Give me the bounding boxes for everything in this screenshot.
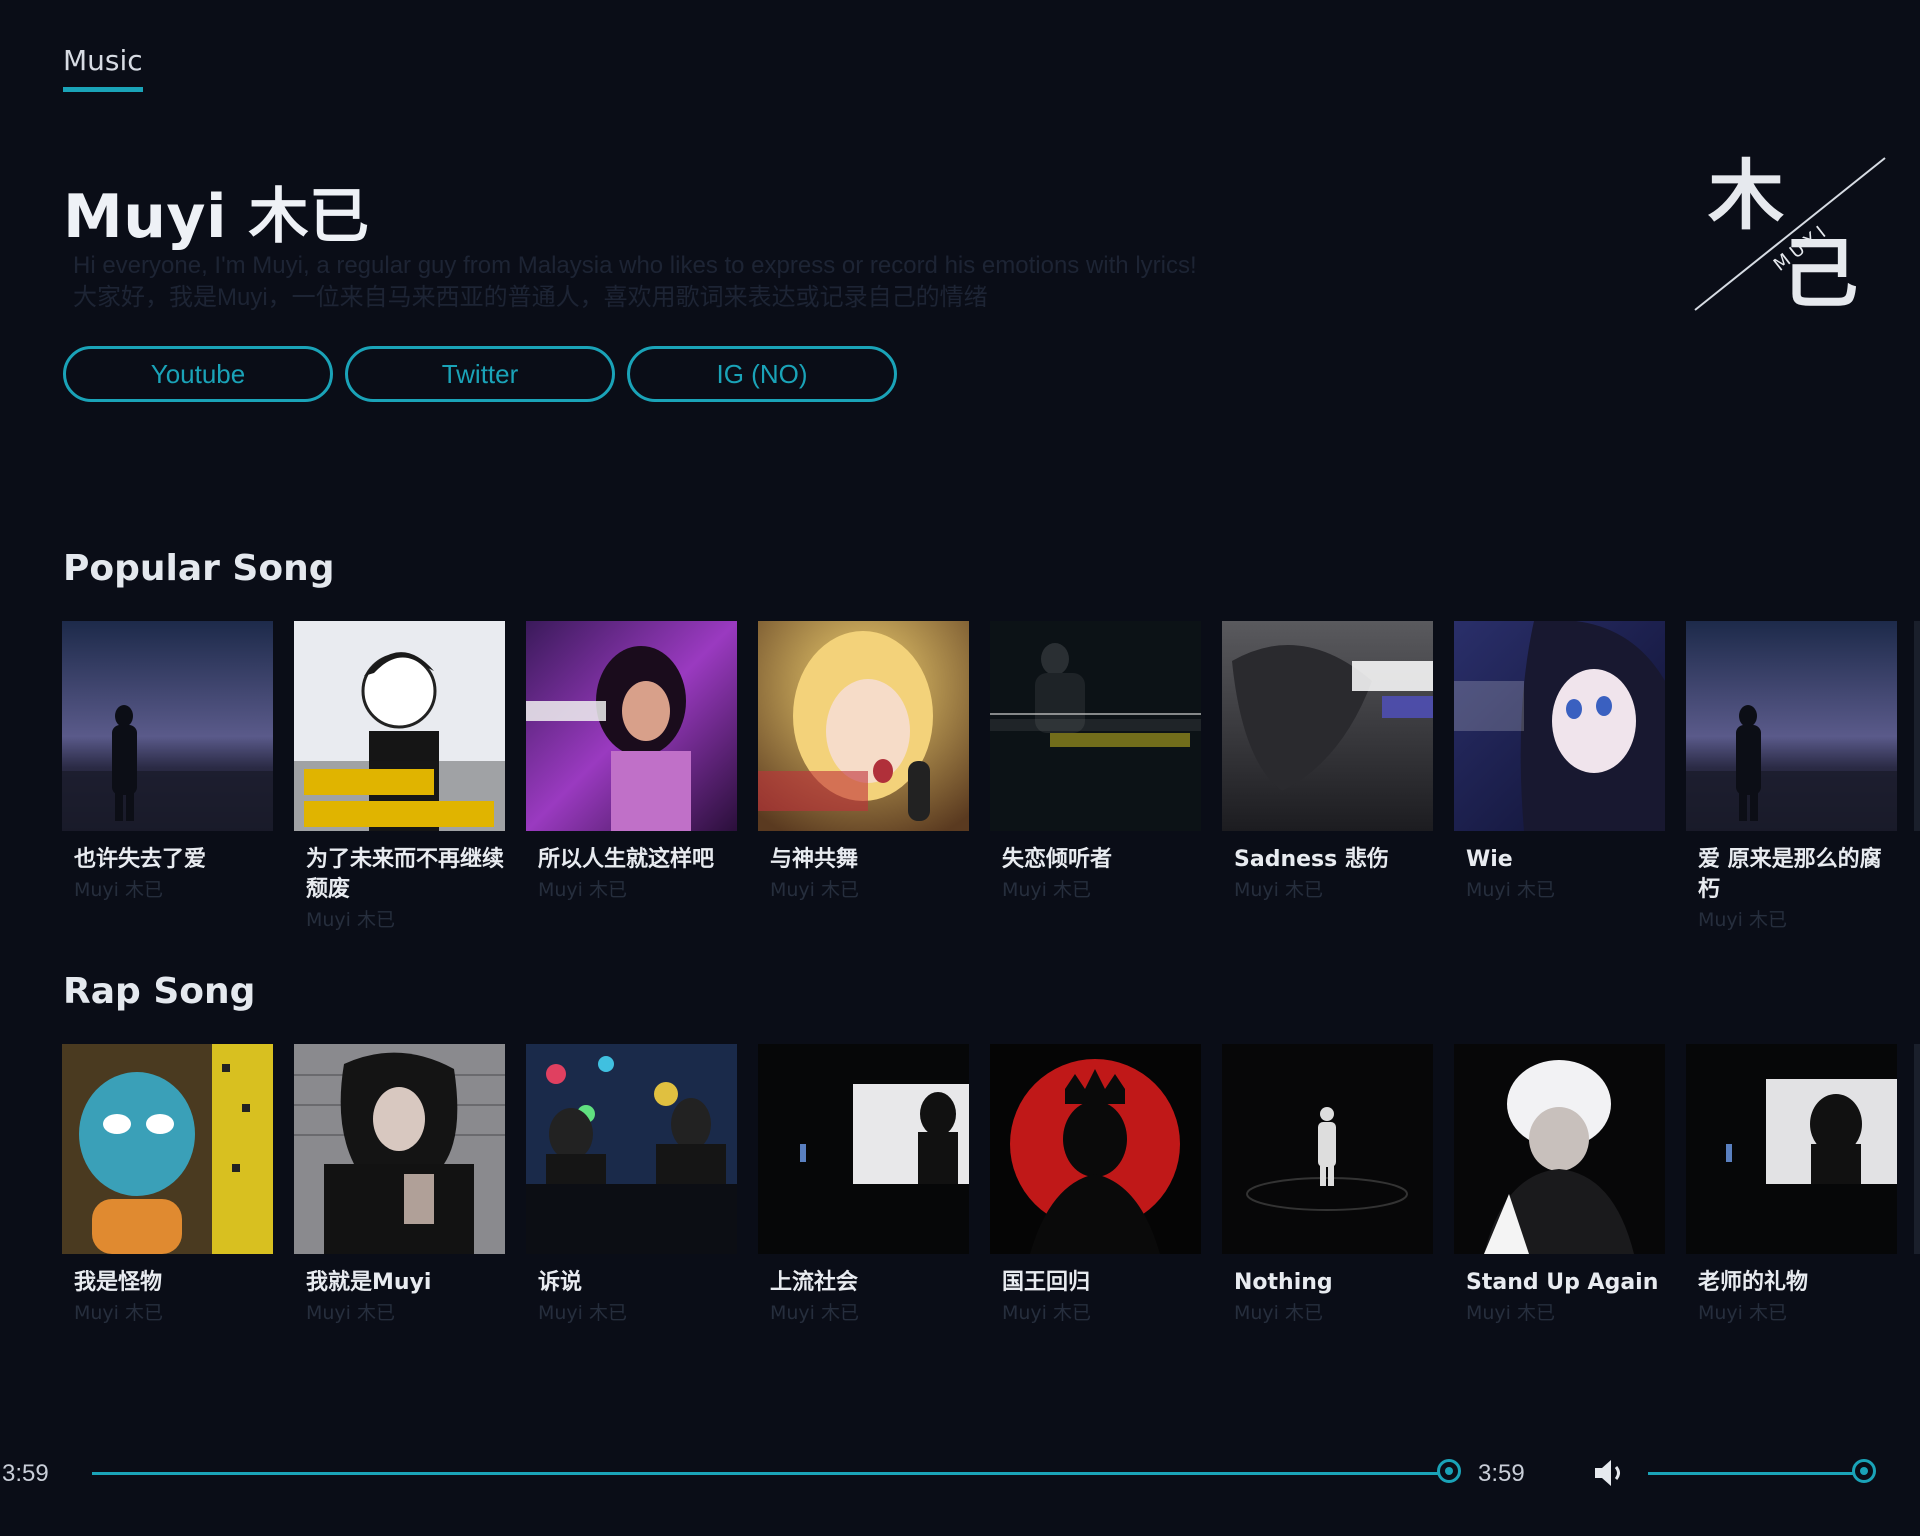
album-cover: [990, 1044, 1201, 1254]
volume-track[interactable]: [1648, 1472, 1865, 1475]
song-title: Wie: [1466, 847, 1513, 872]
artist-bio: Hi everyone, I'm Muyi, a regular guy fro…: [73, 250, 1197, 314]
volume-thumb[interactable]: [1852, 1459, 1876, 1483]
song-title: Nothing: [1234, 1270, 1333, 1295]
progress-thumb[interactable]: [1437, 1459, 1461, 1483]
song-card[interactable]: 上流社会 Muyi 木已: [758, 1044, 969, 1328]
album-cover: [1686, 1044, 1897, 1254]
rap-song-heading: Rap Song: [63, 971, 256, 1012]
progress-track[interactable]: [92, 1472, 1450, 1475]
tab-music[interactable]: Music: [63, 44, 143, 92]
instagram-button[interactable]: IG (NO): [627, 346, 897, 402]
album-cover: [294, 1044, 505, 1254]
song-artist: Muyi 木已: [1698, 909, 1787, 931]
song-card[interactable]: Stand Up Again Muyi 木已: [1454, 1044, 1665, 1328]
album-cover: [990, 621, 1201, 831]
song-card[interactable]: Nothing Muyi 木已: [1222, 1044, 1433, 1328]
album-cover: [526, 1044, 737, 1254]
song-title: 我就是Muyi: [306, 1270, 432, 1295]
song-title: Sadness 悲伤: [1234, 847, 1389, 872]
song-artist: Muyi 木已: [770, 879, 859, 901]
song-artist: Muyi 木已: [306, 909, 395, 931]
popular-song-heading: Popular Song: [63, 548, 335, 589]
song-card[interactable]: 我就是Muyi Muyi 木已: [294, 1044, 505, 1328]
song-card[interactable]: Wie Muyi 木已: [1454, 621, 1665, 935]
bio-english: Hi everyone, I'm Muyi, a regular guy fro…: [73, 252, 1197, 279]
song-artist: Muyi 木已: [1466, 1302, 1555, 1324]
album-cover: [1454, 621, 1665, 831]
album-cover: [62, 1044, 273, 1254]
current-time: 3:59: [2, 1460, 49, 1487]
song-title: 老师的礼物: [1698, 1270, 1809, 1295]
next-card-peek: [1914, 1044, 1920, 1254]
album-cover: [294, 621, 505, 831]
song-card[interactable]: 我是怪物 Muyi 木已: [62, 1044, 273, 1328]
song-artist: Muyi 木已: [538, 879, 627, 901]
song-card[interactable]: 为了未来而不再继续颓废 Muyi 木已: [294, 621, 505, 935]
song-card[interactable]: 失恋倾听者 Muyi 木已: [990, 621, 1201, 935]
player-bar: 3:59 3:59: [0, 1450, 1920, 1496]
artist-logo: 木 己 MUYI: [1690, 150, 1890, 320]
tab-bar: Music: [63, 44, 143, 92]
album-cover: [62, 621, 273, 831]
song-card[interactable]: 也许失去了爱 Muyi 木已: [62, 621, 273, 935]
song-card[interactable]: 与神共舞 Muyi 木已: [758, 621, 969, 935]
artist-name: Muyi 木已: [63, 182, 370, 252]
song-artist: Muyi 木已: [1234, 1302, 1323, 1324]
song-title: Stand Up Again: [1466, 1270, 1659, 1295]
social-links: Youtube Twitter IG (NO): [63, 346, 897, 402]
album-cover: [1686, 621, 1897, 831]
logo-glyph-top: 木: [1708, 151, 1784, 240]
song-title: 诉说: [538, 1270, 583, 1295]
song-card[interactable]: Sadness 悲伤 Muyi 木已: [1222, 621, 1433, 935]
song-artist: Muyi 木已: [1002, 1302, 1091, 1324]
song-title: 与神共舞: [770, 847, 859, 872]
song-card[interactable]: 诉说 Muyi 木已: [526, 1044, 737, 1328]
song-artist: Muyi 木已: [770, 1302, 859, 1324]
speaker-icon[interactable]: [1593, 1458, 1627, 1488]
album-cover: [758, 621, 969, 831]
song-card[interactable]: 所以人生就这样吧 Muyi 木已: [526, 621, 737, 935]
duration-time: 3:59: [1478, 1460, 1525, 1487]
song-title: 为了未来而不再继续颓废: [306, 847, 505, 902]
twitter-button[interactable]: Twitter: [345, 346, 615, 402]
album-cover: [758, 1044, 969, 1254]
song-artist: Muyi 木已: [74, 879, 163, 901]
song-artist: Muyi 木已: [1698, 1302, 1787, 1324]
next-card-peek: [1914, 621, 1920, 831]
song-title: 所以人生就这样吧: [538, 847, 715, 872]
song-title: 国王回归: [1002, 1270, 1091, 1295]
popular-song-row: 也许失去了爱 Muyi 木已 为了未来而不再继续颓废 Muyi 木已 所以人生就…: [62, 621, 1897, 935]
song-artist: Muyi 木已: [306, 1302, 395, 1324]
song-card[interactable]: 国王回归 Muyi 木已: [990, 1044, 1201, 1328]
song-title: 失恋倾听者: [1002, 847, 1113, 872]
song-artist: Muyi 木已: [1466, 879, 1555, 901]
song-artist: Muyi 木已: [1234, 879, 1323, 901]
rap-song-row: 我是怪物 Muyi 木已 我就是Muyi Muyi 木已 诉说 Muyi 木已 …: [62, 1044, 1897, 1328]
song-artist: Muyi 木已: [538, 1302, 627, 1324]
bio-chinese: 大家好，我是Muyi，一位来自马来西亚的普通人，喜欢用歌词来表达或记录自己的情绪: [73, 284, 988, 311]
song-card[interactable]: 爱 原来是那么的腐朽 Muyi 木已: [1686, 621, 1897, 935]
song-artist: Muyi 木已: [1002, 879, 1091, 901]
album-cover: [1222, 621, 1433, 831]
album-cover: [1454, 1044, 1665, 1254]
song-card[interactable]: 老师的礼物 Muyi 木已: [1686, 1044, 1897, 1328]
album-cover: [1222, 1044, 1433, 1254]
youtube-button[interactable]: Youtube: [63, 346, 333, 402]
song-title: 上流社会: [770, 1270, 859, 1295]
song-artist: Muyi 木已: [74, 1302, 163, 1324]
album-cover: [526, 621, 737, 831]
song-title: 爱 原来是那么的腐朽: [1698, 847, 1882, 902]
song-title: 也许失去了爱: [74, 847, 207, 872]
song-title: 我是怪物: [74, 1270, 163, 1295]
